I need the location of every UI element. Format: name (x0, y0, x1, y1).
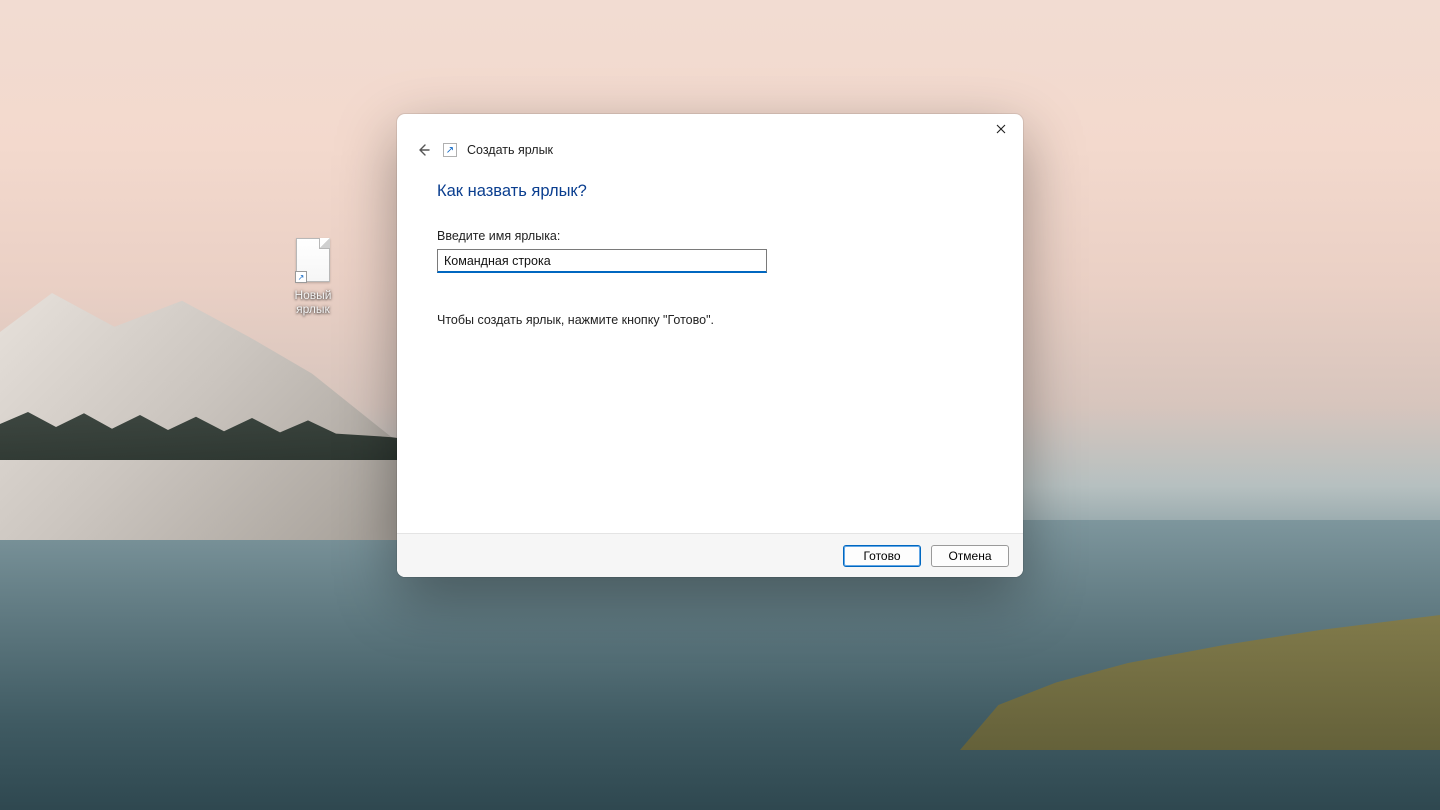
file-icon: ↗ (296, 238, 330, 282)
finish-button[interactable]: Готово (843, 545, 921, 567)
desktop-shortcut-icon[interactable]: ↗ Новый ярлык (280, 238, 346, 316)
dialog-header: ↗ Создать ярлык (397, 140, 1023, 160)
shortcut-name-label: Введите имя ярлыка: (437, 229, 983, 243)
shortcut-overlay-icon: ↗ (295, 271, 307, 283)
page-heading: Как назвать ярлык? (437, 182, 983, 201)
cancel-button[interactable]: Отмена (931, 545, 1009, 567)
shortcut-wizard-icon: ↗ (443, 143, 457, 157)
close-icon (996, 124, 1006, 134)
hint-text: Чтобы создать ярлык, нажмите кнопку "Гот… (437, 313, 983, 327)
back-button[interactable] (413, 140, 433, 160)
dialog-body: Как назвать ярлык? Введите имя ярлыка: Ч… (397, 160, 1023, 533)
dialog-footer: Готово Отмена (397, 533, 1023, 577)
desktop-icon-label: Новый ярлык (294, 288, 331, 316)
create-shortcut-dialog: ↗ Создать ярлык Как назвать ярлык? Введи… (397, 114, 1023, 577)
dialog-title: Создать ярлык (467, 143, 553, 157)
shortcut-name-input[interactable] (437, 249, 767, 273)
arrow-left-icon (416, 143, 430, 157)
